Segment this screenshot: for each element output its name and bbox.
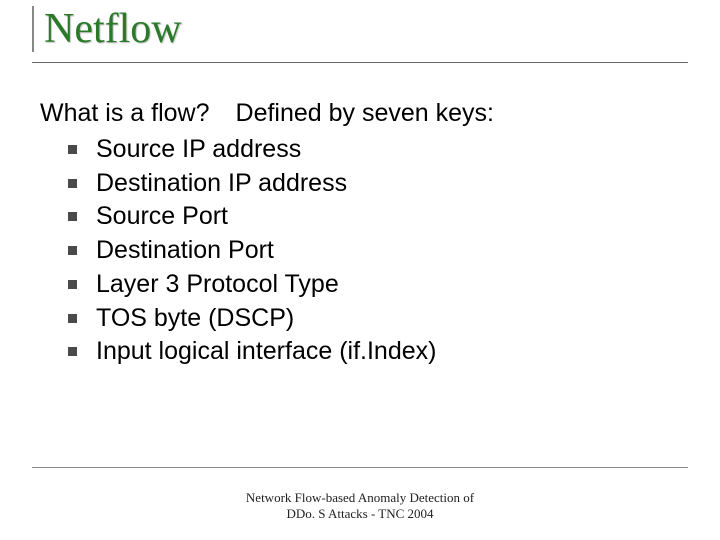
footer-rule	[32, 467, 688, 468]
slide-title: Netflow	[32, 6, 688, 52]
list-item: TOS byte (DSCP)	[68, 302, 688, 336]
list-item: Input logical interface (if.Index)	[68, 335, 688, 369]
list-item: Destination IP address	[68, 167, 688, 201]
keys-list: Source IP address Destination IP address…	[40, 133, 688, 369]
title-area: Netflow	[32, 0, 688, 63]
intro-definition: Defined by seven keys:	[236, 99, 494, 127]
list-item: Layer 3 Protocol Type	[68, 268, 688, 302]
footer-line-1: Network Flow-based Anomaly Detection of	[0, 490, 720, 506]
list-item: Destination Port	[68, 234, 688, 268]
slide: Netflow What is a flow? Defined by seven …	[0, 0, 720, 540]
list-item: Source Port	[68, 200, 688, 234]
slide-content: What is a flow? Defined by seven keys: So…	[32, 63, 688, 369]
intro-line: What is a flow? Defined by seven keys:	[40, 97, 688, 131]
intro-question: What is a flow?	[40, 99, 210, 127]
footer-line-2: DDo. S Attacks - TNC 2004	[0, 506, 720, 522]
list-item: Source IP address	[68, 133, 688, 167]
slide-footer: Network Flow-based Anomaly Detection of …	[0, 490, 720, 523]
